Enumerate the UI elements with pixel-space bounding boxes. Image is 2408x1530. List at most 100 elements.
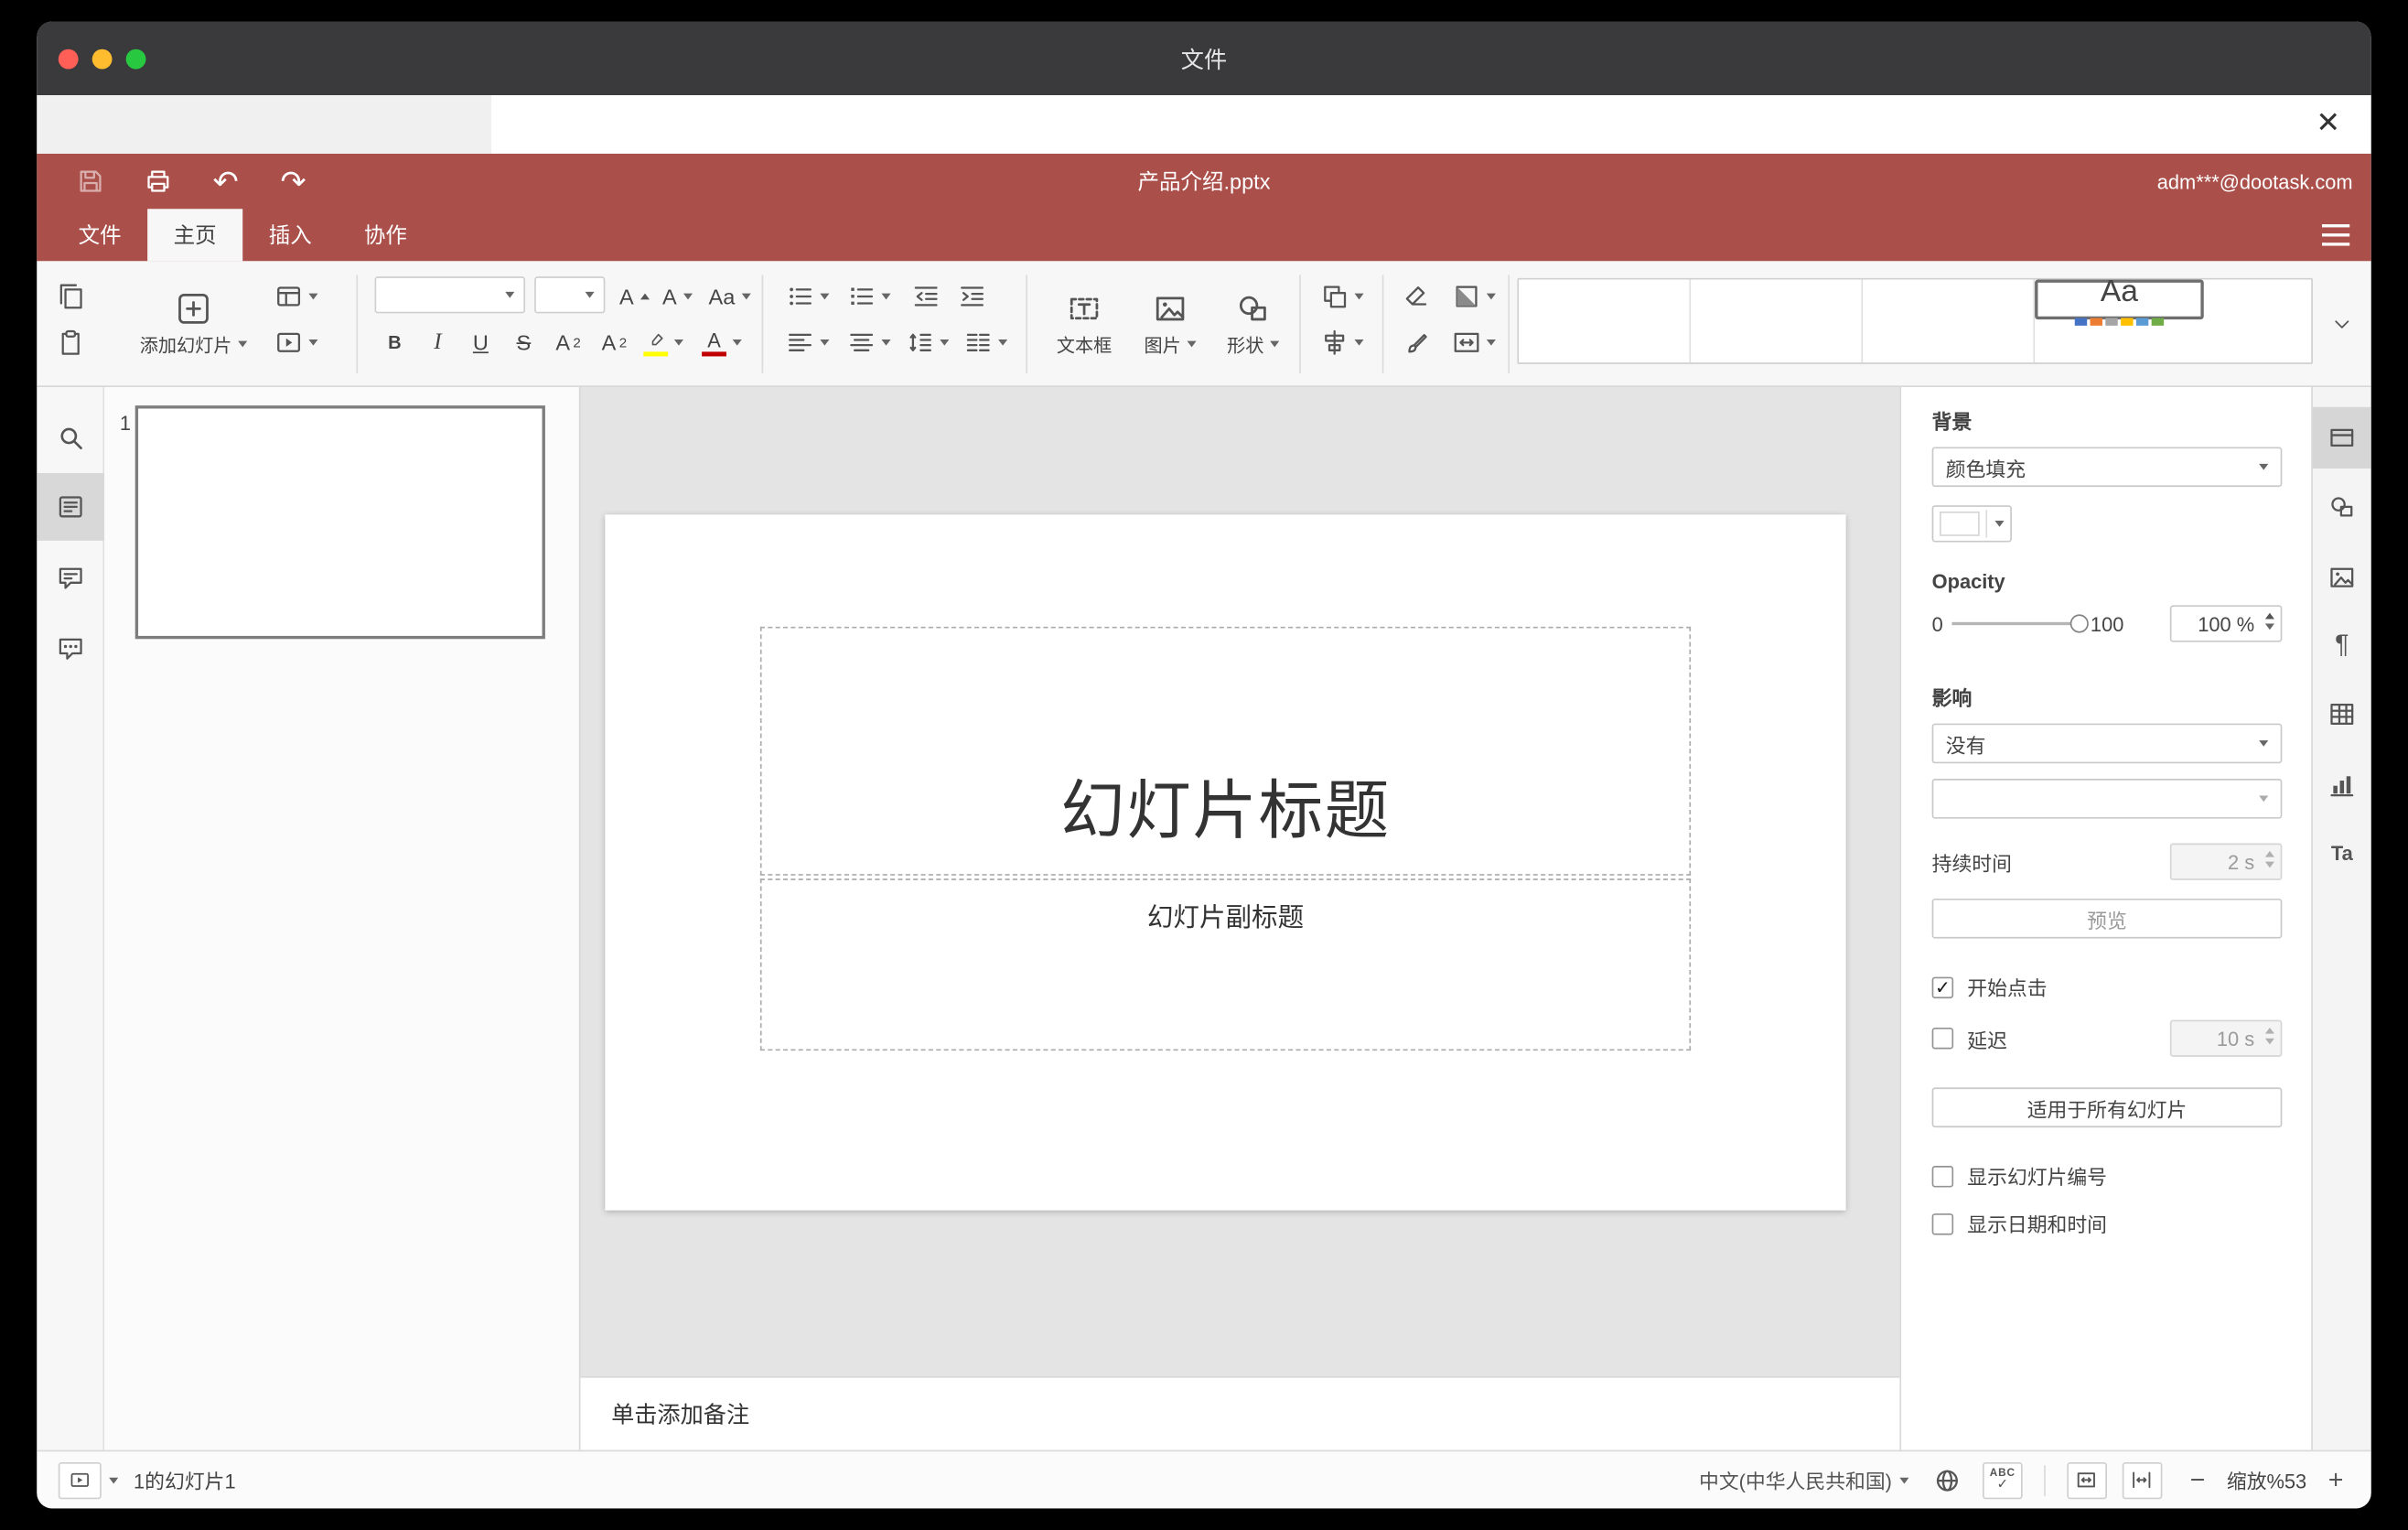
zoom-out-icon[interactable]: − [2184, 1465, 2211, 1496]
table-settings-icon[interactable] [2313, 684, 2371, 745]
increase-indent-icon[interactable] [952, 276, 993, 317]
effect-variant-select[interactable] [1931, 779, 2283, 819]
slide-subtitle-placeholder[interactable]: 幻灯片副标题 [759, 878, 1692, 1051]
slide-layout-icon[interactable] [267, 276, 326, 317]
duration-input[interactable]: 2 s [2169, 843, 2283, 880]
opacity-slider-knob[interactable] [2070, 614, 2090, 633]
spellcheck-icon[interactable]: ABC ✓ [1982, 1461, 2023, 1499]
numbering-icon[interactable] [842, 276, 897, 317]
slide[interactable]: 幻灯片标题 幻灯片副标题 [605, 514, 1846, 1211]
slide-thumbnail[interactable] [134, 405, 545, 640]
columns-icon[interactable] [958, 322, 1013, 362]
document-language-icon[interactable] [1933, 1466, 1961, 1493]
close-icon[interactable]: ✕ [2306, 102, 2349, 145]
slide-size-icon[interactable] [1444, 322, 1505, 362]
fill-type-select[interactable]: 颜色填充 [1931, 447, 2283, 488]
delay-input[interactable]: 10 s [2169, 1019, 2283, 1057]
clear-style-icon[interactable] [1394, 276, 1437, 317]
mac-minimize-button[interactable] [91, 48, 113, 69]
slide-title-placeholder[interactable]: 幻灯片标题 [759, 626, 1692, 876]
slides-panel-icon[interactable] [37, 472, 105, 541]
bullets-icon[interactable] [780, 276, 835, 317]
effect-select[interactable]: 没有 [1931, 723, 2283, 764]
font-size-select[interactable] [534, 276, 606, 314]
opacity-max: 100 [2090, 611, 2124, 636]
theme-slot-selected[interactable]: Aa [2035, 279, 2204, 326]
font-color-button[interactable]: A [694, 322, 749, 362]
insert-image-button[interactable]: 图片 [1130, 269, 1209, 380]
horizontal-align-icon[interactable] [780, 322, 835, 362]
tab-insert[interactable]: 插入 [242, 209, 338, 261]
opacity-slider[interactable] [1951, 613, 2090, 635]
chat-icon[interactable] [37, 614, 104, 682]
start-slideshow-status-button[interactable] [58, 1461, 119, 1499]
search-icon[interactable] [37, 404, 104, 471]
opacity-input[interactable]: 100 % [2169, 605, 2283, 642]
chart-settings-icon[interactable] [2313, 754, 2371, 815]
copy-icon[interactable] [49, 276, 92, 317]
apply-to-all-button[interactable]: 适用于所有幻灯片 [1931, 1087, 2283, 1128]
window-title: 文件 [1180, 47, 1228, 73]
superscript-button[interactable]: A2 [547, 322, 590, 362]
copy-style-icon[interactable] [1394, 322, 1437, 362]
show-slide-number-label: 显示幻灯片编号 [1967, 1166, 2108, 1190]
theme-slot[interactable] [1519, 279, 1692, 363]
font-name-select[interactable] [374, 276, 526, 314]
slide-settings-panel: 背景 颜色填充 Opacity 0 100 100 % 影响 没有 持续时间 2… [1899, 386, 2312, 1450]
decrease-indent-icon[interactable] [906, 276, 946, 317]
canvas-column: 幻灯片标题 幻灯片副标题 单击添加备注 [580, 386, 1900, 1450]
paste-icon[interactable] [49, 322, 92, 362]
comments-icon[interactable] [37, 544, 104, 611]
change-case-button[interactable]: Aa [700, 276, 758, 317]
slide-settings-icon[interactable] [2312, 406, 2371, 469]
shading-icon[interactable] [1444, 276, 1505, 317]
grow-font-button[interactable]: A [614, 276, 654, 317]
highlight-color-button[interactable] [636, 322, 691, 362]
slide-thumbnail-number: 1 [119, 411, 132, 436]
add-slide-button[interactable]: 添加幻灯片 [132, 269, 254, 380]
save-icon[interactable] [74, 165, 108, 199]
start-on-click-checkbox[interactable] [1931, 975, 1954, 998]
textart-settings-icon[interactable]: Ta [2313, 822, 2371, 883]
highlight-color-indicator [643, 350, 669, 356]
preview-button[interactable]: 预览 [1931, 898, 2283, 939]
theme-slot[interactable] [1691, 279, 1864, 363]
theme-slot[interactable] [1863, 279, 2036, 363]
insert-shape-button[interactable]: 形状 [1213, 269, 1293, 380]
fit-width-icon[interactable] [2122, 1461, 2163, 1499]
zoom-in-icon[interactable]: + [2322, 1465, 2349, 1496]
fill-color-select[interactable] [1931, 505, 2012, 543]
arrange-shapes-icon[interactable] [1311, 276, 1372, 317]
start-slideshow-icon[interactable] [267, 322, 326, 362]
line-spacing-icon[interactable] [900, 322, 955, 362]
show-slide-number-checkbox[interactable] [1931, 1165, 1954, 1187]
notes-area[interactable]: 单击添加备注 [580, 1375, 1900, 1450]
shape-settings-icon[interactable] [2313, 476, 2371, 537]
delay-checkbox[interactable] [1931, 1027, 1954, 1050]
menu-icon[interactable] [2321, 209, 2350, 261]
tab-collaboration[interactable]: 协作 [338, 209, 433, 261]
image-settings-icon[interactable] [2313, 547, 2371, 609]
mac-close-button[interactable] [58, 48, 79, 69]
vertical-align-icon[interactable] [842, 322, 897, 362]
underline-button[interactable]: U [461, 322, 501, 362]
language-select[interactable]: 中文(中华人民共和国) [1699, 1465, 1909, 1494]
subscript-button[interactable]: A2 [593, 322, 636, 362]
mac-zoom-button[interactable] [125, 48, 146, 69]
slide-canvas[interactable]: 幻灯片标题 幻灯片副标题 [580, 386, 1900, 1376]
gallery-expand-icon[interactable] [2325, 304, 2359, 344]
tab-home[interactable]: 主页 [147, 209, 243, 262]
print-icon[interactable] [141, 165, 175, 199]
show-date-time-checkbox[interactable] [1931, 1212, 1954, 1234]
fit-slide-icon[interactable] [2067, 1461, 2107, 1499]
italic-button[interactable]: I [418, 322, 458, 362]
insert-textbox-button[interactable]: 文本框 [1044, 269, 1123, 380]
shrink-font-button[interactable]: A [657, 276, 697, 317]
bold-button[interactable]: B [375, 322, 415, 362]
undo-icon[interactable]: ↶ [209, 165, 242, 199]
align-shapes-icon[interactable] [1311, 322, 1372, 362]
paragraph-settings-icon[interactable]: ¶ [2313, 614, 2371, 675]
redo-icon[interactable]: ↷ [276, 165, 310, 199]
tab-file[interactable]: 文件 [52, 209, 147, 261]
strikeout-button[interactable]: S [504, 322, 544, 362]
